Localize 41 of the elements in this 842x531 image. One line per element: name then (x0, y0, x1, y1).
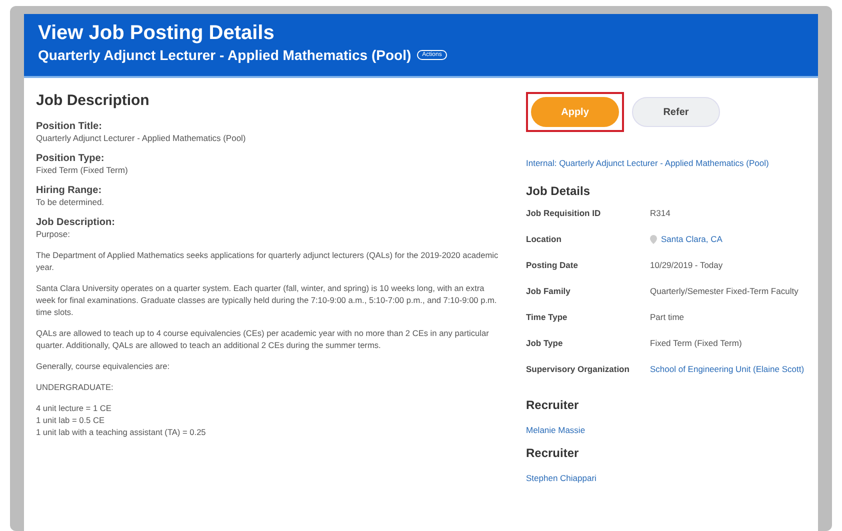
section-heading: Job Details (526, 184, 592, 198)
field-label: Position Title: (36, 121, 103, 132)
detail-value: 10/29/2019 - Today (650, 260, 724, 270)
field-value: Fixed Term (Fixed Term) (36, 165, 129, 175)
description-text: Generally, course equivalencies are: (36, 360, 171, 372)
detail-label: Time Type (526, 312, 568, 322)
organization-link[interactable]: School of Engineering Unit (Elaine Scott) (650, 364, 804, 374)
detail-label: Posting Date (526, 260, 579, 270)
field-label: Position Type: (36, 153, 106, 164)
field-label: Job Description: (36, 217, 116, 228)
refer-button[interactable]: Refer (632, 97, 720, 127)
field-value: Purpose: (36, 229, 72, 239)
detail-label: Job Requisition ID (526, 208, 602, 218)
detail-value: Fixed Term (Fixed Term) (650, 338, 743, 348)
description-text: QALs are allowed to teach up to 4 course equivalencies (CEs) per academic year with no more than 2 CEs in any particular quarter. Additionally, QALs are allowed to teach an additional 2 CEs during the summer terms. (36, 327, 490, 351)
description-text: Santa Clara University operates on a quarter system. Each quarter (fall, winter, and spring) is 10 weeks long, with an extra week for final examinations. Graduate classes are typically held during the 7:10-9:00 a.m., 5:10-7:00 p.m., and 7:10-9:00 p.m. time slots. (36, 282, 498, 318)
field-value: Quarterly Adjunct Lecturer - Applied Mathematics (Pool) (36, 133, 247, 143)
internal-link[interactable]: Internal: Quarterly Adjunct Lecturer - Applied Mathematics (Pool) (526, 158, 806, 168)
description-text: 4 unit lecture = 1 CE (36, 402, 112, 414)
detail-value: Part time (650, 312, 686, 322)
location-link[interactable]: Santa Clara, CA (661, 234, 722, 244)
description-text: UNDERGRADUATE: (36, 381, 114, 393)
detail-label: Supervisory Organization (526, 364, 630, 374)
description-text: The Department of Applied Mathematics seeks applications for quarterly adjunct lecturers (QALs) for the 2019-2020 academic year. (36, 249, 500, 273)
description-text: 1 unit lab with a teaching assistant (TA) = 0.25 (36, 426, 207, 438)
section-heading: Job Description (36, 92, 150, 109)
recruiter-link[interactable]: Stephen Chiappari (526, 473, 596, 483)
section-heading: Recruiter (526, 398, 580, 412)
section-heading: Recruiter (526, 446, 580, 460)
field-label: Hiring Range: (36, 185, 103, 196)
job-title: Quarterly Adjunct Lecturer - Applied Mathematics (Pool) (38, 47, 412, 63)
detail-value: Quarterly/Semester Fixed-Term Faculty (650, 286, 800, 296)
page-title: View Job Posting Details (38, 22, 276, 45)
detail-label: Job Family (526, 286, 572, 296)
detail-label: Job Type (526, 338, 564, 348)
detail-label: Location (526, 234, 562, 244)
pin-icon (650, 234, 657, 244)
field-value: To be determined. (36, 197, 106, 207)
detail-value: R314 (650, 208, 672, 218)
recruiter-link[interactable]: Melanie Massie (526, 425, 586, 435)
description-text: 1 unit lab = 0.5 CE (36, 414, 106, 426)
